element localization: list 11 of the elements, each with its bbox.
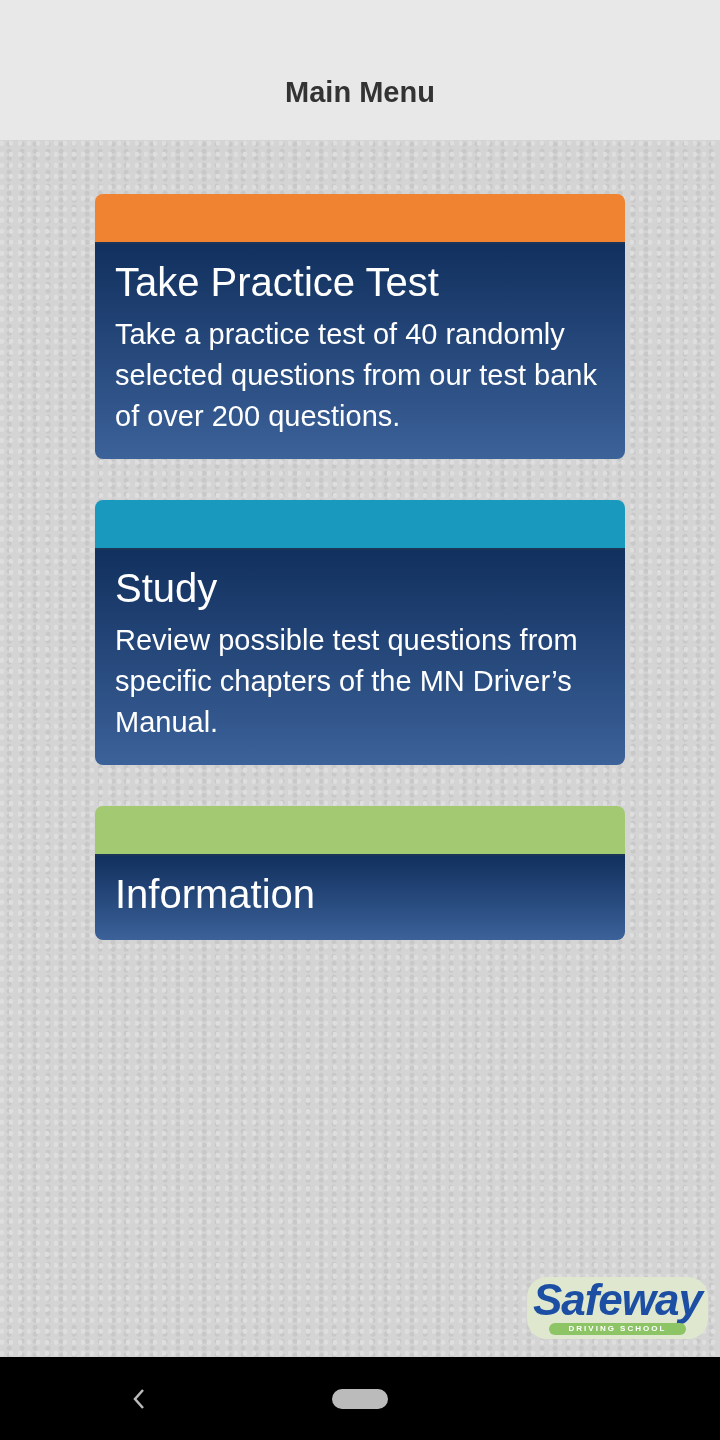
card-description: Take a practice test of 40 randomly selected questions from our test bank of over 200 questions. bbox=[115, 317, 598, 434]
card-title: Take Practice Test bbox=[115, 259, 440, 306]
menu-card[interactable]: Information bbox=[95, 806, 625, 940]
home-handle[interactable] bbox=[332, 1388, 388, 1409]
logo-tagline: DRIVING SCHOOL bbox=[548, 1323, 687, 1335]
card-title: Study bbox=[115, 565, 219, 612]
card-description: Review possible test questions from specific chapters of the MN Driver’s Manual. bbox=[115, 623, 579, 740]
card-title: Information bbox=[115, 871, 317, 918]
menu-card[interactable]: Study Review possible test questions from specific chapters of the MN Driver’s Manual. bbox=[95, 500, 625, 765]
header-title: Main Menu bbox=[285, 74, 435, 110]
menu-card[interactable]: Take Practice Test Take a practice test of 40 randomly selected questions from our test bank of over 200 questions. bbox=[95, 194, 625, 459]
